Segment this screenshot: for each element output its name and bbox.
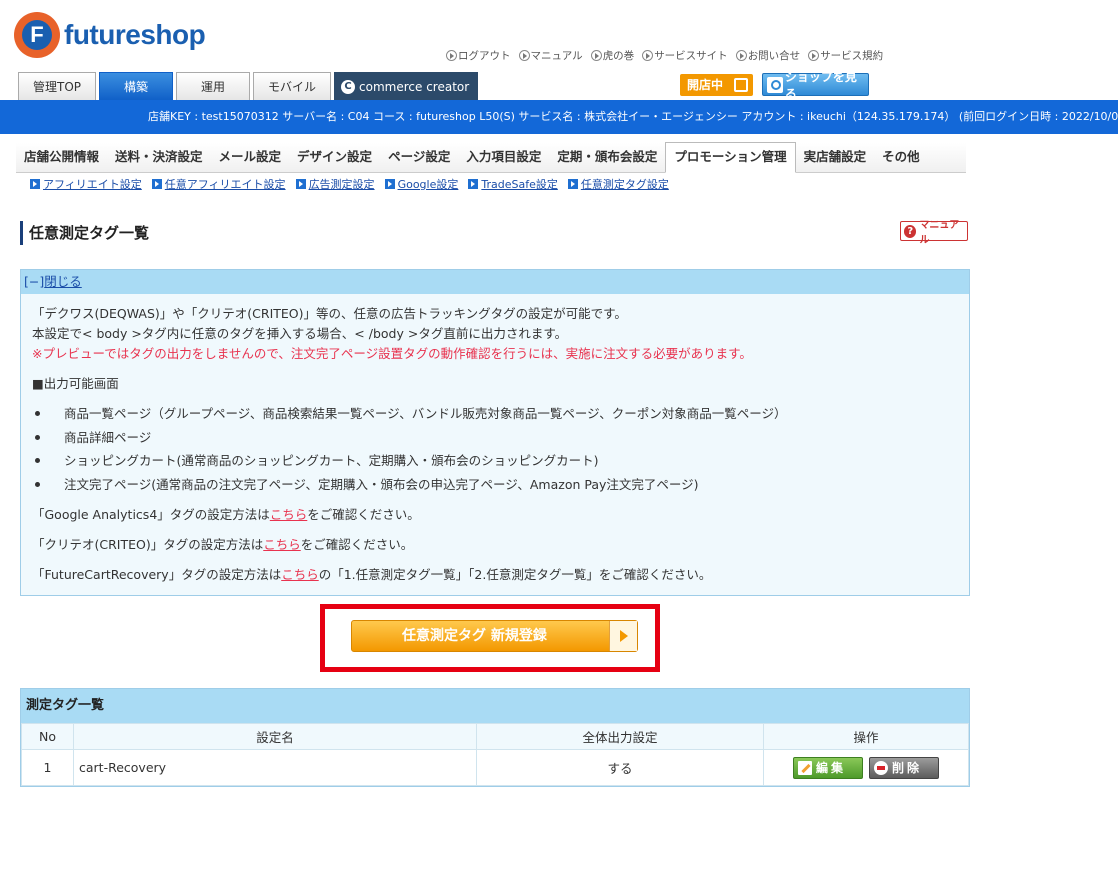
- nav-input-fields[interactable]: 入力項目設定: [458, 143, 549, 173]
- manual-link[interactable]: マニュアル: [518, 48, 583, 63]
- list-item: 商品詳細ページ: [32, 426, 969, 450]
- logout-link[interactable]: ログアウト: [446, 48, 511, 63]
- circle-arrow-icon: [518, 50, 530, 61]
- delete-button[interactable]: 削除: [869, 756, 939, 779]
- fcr-guide-link[interactable]: こちら: [281, 567, 319, 582]
- tab-commerce-creator[interactable]: C commerce creator: [334, 72, 479, 100]
- row-name: cart-Recovery: [73, 749, 477, 786]
- arrow-square-icon: [468, 179, 479, 189]
- nav-store-info[interactable]: 店舗公開情報: [16, 143, 107, 173]
- nav-shipping-payment[interactable]: 送料・決済設定: [107, 143, 211, 173]
- arrow-square-icon: [295, 179, 306, 189]
- output-screens-list: 商品一覧ページ（グループページ、商品検索結果一覧ページ、バンドル販売対象商品一覧…: [32, 402, 969, 496]
- service-site-link[interactable]: サービスサイト: [642, 48, 728, 63]
- tab-commerce-creator-label: commerce creator: [359, 79, 470, 94]
- logo-mark-icon: F: [14, 12, 60, 58]
- col-output: 全体出力設定: [476, 723, 764, 750]
- circle-arrow-icon: [642, 50, 654, 61]
- row-actions: 編集 削除: [763, 749, 969, 786]
- criteo-guide: 「クリテオ(CRITEO)」タグの設定方法はこちらをご確認ください。: [32, 537, 414, 552]
- tab-operation[interactable]: 運用: [176, 72, 251, 100]
- info-box-body: 「デクワス(DEQWAS)」や「クリテオ(CRITEO)」等の、任意の広告トラッ…: [21, 294, 969, 586]
- manual-button[interactable]: ? マニュアル: [900, 220, 968, 246]
- tab-admin-top[interactable]: 管理TOP: [18, 72, 97, 100]
- list-item: 注文完了ページ(通常商品の注文完了ページ、定期購入・頒布会の申込完了ページ、Am…: [32, 473, 969, 497]
- utility-links: ログアウト マニュアル 虎の巻 サービスサイト お問い合せ サービス規約: [446, 48, 883, 63]
- fcr-guide: 「FutureCartRecovery」タグの設定方法はこちらの「1.任意測定タ…: [32, 567, 712, 582]
- subnav-google[interactable]: Google設定: [384, 176, 458, 192]
- circle-arrow-icon: [590, 50, 602, 61]
- magnifier-icon: [767, 76, 783, 93]
- sub-nav: アフィリエイト設定 任意アフィリエイト設定 広告測定設定 Google設定 Tr…: [30, 176, 669, 192]
- tag-list-table: No 設定名 全体出力設定 操作 1 cart-Recovery する 編集 削…: [21, 723, 969, 786]
- table-row: 1 cart-Recovery する 編集 削除: [21, 749, 969, 786]
- subnav-custom-tag[interactable]: 任意測定タグ設定: [567, 176, 669, 192]
- nav-mail-settings[interactable]: メール設定: [211, 143, 290, 173]
- manual-button-label: マニュアル: [919, 220, 960, 246]
- view-shop-label: ショップを見る: [784, 69, 857, 101]
- ga4-guide: 「Google Analytics4」タグの設定方法はこちらをご確認ください。: [32, 507, 420, 522]
- collapse-prefix: [−]: [24, 274, 45, 289]
- arrow-square-icon: [151, 179, 162, 189]
- tips-link[interactable]: 虎の巻: [590, 48, 634, 63]
- store-status-badge: 開店中: [680, 74, 753, 96]
- help-icon: ?: [904, 224, 917, 238]
- tab-build[interactable]: 構築: [99, 72, 174, 100]
- tab-mobile[interactable]: モバイル: [253, 72, 332, 100]
- arrow-square-icon: [384, 179, 395, 189]
- subnav-ad-measurement[interactable]: 広告測定設定: [295, 176, 375, 192]
- circle-arrow-icon: [808, 50, 820, 61]
- info-box: [−]閉じる 「デクワス(DEQWAS)」や「クリテオ(CRITEO)」等の、任…: [20, 269, 970, 596]
- edit-button[interactable]: 編集: [793, 756, 863, 779]
- nav-other[interactable]: その他: [874, 143, 928, 173]
- futureshop-logo[interactable]: F futureshop: [14, 12, 206, 58]
- tag-list-panel: 測定タグ一覧 No 設定名 全体出力設定 操作 1 cart-Recovery …: [20, 688, 970, 787]
- arrow-square-icon: [30, 179, 40, 189]
- col-actions: 操作: [763, 723, 969, 750]
- subnav-affiliate[interactable]: アフィリエイト設定: [30, 176, 142, 192]
- view-shop-button[interactable]: ショップを見る: [762, 70, 869, 101]
- minus-circle-icon: [874, 760, 888, 775]
- logo-text: futureshop: [64, 19, 206, 50]
- preview-warning: ※プレビューではタグの出力をしませんので、注文完了ページ設置タグの動作確認を行う…: [32, 346, 752, 361]
- col-name: 設定名: [73, 723, 477, 750]
- play-arrow-icon: [609, 621, 637, 651]
- nav-page-settings[interactable]: ページ設定: [380, 143, 458, 173]
- account-info-bar: 店舗KEY : test15070312 サーバー名 : C04 コース : f…: [0, 100, 1118, 134]
- info-line-1: 「デクワス(DEQWAS)」や「クリテオ(CRITEO)」等の、任意の広告トラッ…: [32, 306, 627, 321]
- nav-promotion[interactable]: プロモーション管理: [665, 142, 796, 173]
- new-tag-register-button[interactable]: 任意測定タグ 新規登録: [351, 620, 638, 652]
- info-line-2: 本設定で< body >タグ内に任意のタグを挿入する場合、< /body >タグ…: [32, 326, 568, 341]
- subnav-tradesafe[interactable]: TradeSafe設定: [468, 176, 558, 192]
- commerce-creator-icon: C: [341, 79, 356, 94]
- nav-subscription[interactable]: 定期・頒布会設定: [549, 143, 665, 173]
- page-title: 任意測定タグ一覧: [20, 221, 149, 245]
- nav-physical-store[interactable]: 実店舗設定: [796, 143, 875, 173]
- main-nav: 店舗公開情報 送料・決済設定 メール設定 デザイン設定 ページ設定 入力項目設定…: [16, 142, 966, 173]
- arrow-square-icon: [567, 179, 578, 189]
- nav-design-settings[interactable]: デザイン設定: [289, 143, 380, 173]
- col-no: No: [21, 723, 74, 750]
- list-item: ショッピングカート(通常商品のショッピングカート、定期購入・頒布会のショッピング…: [32, 449, 969, 473]
- ga4-guide-link[interactable]: こちら: [270, 507, 308, 522]
- info-box-header: [−]閉じる: [21, 270, 969, 294]
- table-header-row: No 設定名 全体出力設定 操作: [21, 723, 969, 750]
- register-button-label: 任意測定タグ 新規登録: [402, 628, 547, 644]
- criteo-guide-link[interactable]: こちら: [263, 537, 301, 552]
- store-status-icon: [734, 78, 748, 92]
- output-screens-label: ■出力可能画面: [32, 376, 119, 391]
- list-item: 商品一覧ページ（グループページ、商品検索結果一覧ページ、バンドル販売対象商品一覧…: [32, 402, 969, 426]
- pencil-icon: [798, 760, 812, 775]
- tag-list-title: 測定タグ一覧: [21, 689, 969, 723]
- row-no: 1: [21, 749, 74, 786]
- subnav-custom-affiliate[interactable]: 任意アフィリエイト設定: [151, 176, 286, 192]
- circle-arrow-icon: [735, 50, 747, 61]
- top-tabs: 管理TOP 構築 運用 モバイル C commerce creator: [18, 72, 479, 100]
- row-output: する: [476, 749, 764, 786]
- contact-link[interactable]: お問い合せ: [735, 48, 800, 63]
- terms-link[interactable]: サービス規約: [808, 48, 883, 63]
- circle-arrow-icon: [446, 50, 457, 61]
- collapse-link[interactable]: 閉じる: [44, 274, 82, 289]
